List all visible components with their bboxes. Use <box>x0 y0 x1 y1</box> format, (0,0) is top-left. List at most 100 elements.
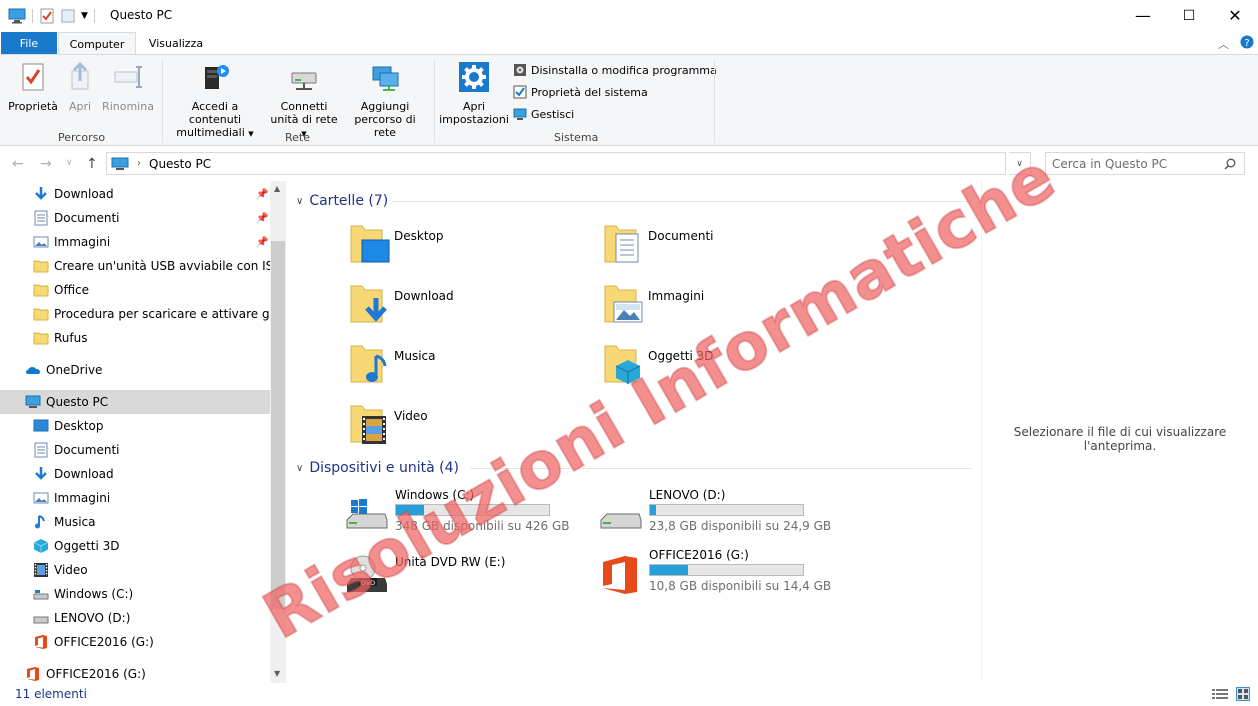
nav-label: Office <box>54 283 90 297</box>
rename-button[interactable]: Rinomina <box>100 61 156 113</box>
nav-item-immagini-pc[interactable]: Immagini <box>0 486 270 510</box>
nav-item-download-pc[interactable]: Download <box>0 462 270 486</box>
nav-item-download[interactable]: Download 📌 <box>0 182 270 206</box>
nav-item-office2016-g-root[interactable]: OFFICE2016 (G:) <box>0 662 270 683</box>
item-count: 11 elementi <box>15 687 87 701</box>
system-properties-button[interactable]: Proprietà del sistema <box>513 85 648 99</box>
manage-button[interactable]: Gestisci <box>513 107 574 121</box>
pin-icon[interactable]: 📌 <box>256 213 268 224</box>
drive-lenovo-d[interactable]: LENOVO (D:) 23,8 GB disponibili su 24,9 … <box>599 488 839 542</box>
media-access-button[interactable]: Accedi a contenuti multimediali ▼ <box>166 61 264 141</box>
forward-arrow-icon[interactable]: → <box>40 156 52 172</box>
close-button[interactable]: ✕ <box>1212 0 1258 31</box>
address-dropdown-icon[interactable]: ∨ <box>1009 152 1031 175</box>
large-icons-view-icon[interactable] <box>1236 687 1250 701</box>
recent-locations-chevron-icon[interactable]: ∨ <box>66 158 73 168</box>
folder-icon <box>33 332 49 345</box>
3d-objects-folder-icon <box>604 345 641 384</box>
new-folder-icon[interactable] <box>61 8 75 24</box>
nav-item-onedrive[interactable]: OneDrive <box>0 358 270 382</box>
open-settings-button[interactable]: Apri impostazioni <box>438 61 510 126</box>
uninstall-label: Disinstalla o modifica programma <box>531 63 717 77</box>
navigation-pane: Download 📌 Documenti 📌 Immagini 📌 Creare… <box>0 181 286 683</box>
devices-section-header[interactable]: ∨ Dispositivi e unità (4) <box>296 460 459 476</box>
devices-header-label: Dispositivi e unità (4) <box>309 460 459 476</box>
nav-item-documenti[interactable]: Documenti 📌 <box>0 206 270 230</box>
nav-item-oggetti-3d[interactable]: Oggetti 3D <box>0 534 270 558</box>
uninstall-program-button[interactable]: Disinstalla o modifica programma <box>513 63 717 77</box>
maximize-button[interactable]: ☐ <box>1166 0 1212 31</box>
folder-name: Oggetti 3D <box>648 349 714 363</box>
folder-download[interactable]: Download <box>348 282 588 336</box>
properties-button[interactable]: Proprietà <box>6 61 60 113</box>
nav-item-office[interactable]: Office <box>0 278 270 302</box>
nav-item-desktop[interactable]: Desktop <box>0 414 270 438</box>
nav-item-lenovo-d[interactable]: LENOVO (D:) <box>0 606 270 630</box>
video-folder-icon <box>350 405 386 444</box>
open-settings-label: Apri <box>462 100 486 113</box>
tab-computer[interactable]: Computer <box>58 32 136 55</box>
folder-musica[interactable]: Musica <box>348 342 588 396</box>
folder-icon <box>33 260 49 273</box>
folder-documenti[interactable]: Documenti <box>602 222 842 276</box>
nav-item-immagini[interactable]: Immagini 📌 <box>0 230 270 254</box>
svg-text:DVD: DVD <box>361 579 375 587</box>
nav-item-office2016-g[interactable]: OFFICE2016 (G:) <box>0 630 270 654</box>
pin-icon[interactable]: 📌 <box>256 237 268 248</box>
collapse-chevron-icon[interactable]: ∨ <box>296 463 303 474</box>
address-bar[interactable]: › Questo PC <box>106 152 1006 175</box>
folder-oggetti-3d[interactable]: Oggetti 3D <box>602 342 842 396</box>
folder-name: Desktop <box>394 229 444 243</box>
folder-immagini[interactable]: Immagini <box>602 282 842 336</box>
open-settings-label-2: impostazioni <box>439 113 509 126</box>
nav-item-questo-pc[interactable]: Questo PC <box>0 390 270 414</box>
details-view-icon[interactable] <box>1212 688 1228 700</box>
back-arrow-icon[interactable]: ← <box>12 156 24 172</box>
nav-item-musica[interactable]: Musica <box>0 510 270 534</box>
pin-icon[interactable]: 📌 <box>256 189 268 200</box>
tab-file[interactable]: File <box>1 32 57 55</box>
drive-icon <box>33 616 49 624</box>
nav-label: OFFICE2016 (G:) <box>54 635 154 649</box>
folder-desktop[interactable]: Desktop <box>348 222 588 276</box>
window-title: Questo PC <box>110 8 173 22</box>
video-icon <box>34 563 48 577</box>
tab-view[interactable]: Visualizza <box>140 32 212 55</box>
documents-icon <box>34 210 48 226</box>
drive-usage-bar <box>649 504 804 516</box>
nav-item-documenti-pc[interactable]: Documenti <box>0 438 270 462</box>
map-network-drive-button[interactable]: Connetti unità di rete ▼ <box>266 61 342 141</box>
drive-office2016-g[interactable]: OFFICE2016 (G:) 10,8 GB disponibili su 1… <box>599 548 839 602</box>
ribbon: Proprietà Apri Rinomina Percorso Accedi … <box>0 54 1258 146</box>
breadcrumb-questo-pc[interactable]: Questo PC <box>149 157 211 171</box>
nav-scrollbar-thumb[interactable] <box>271 241 285 609</box>
search-input[interactable]: Cerca in Questo PC <box>1045 152 1245 175</box>
ribbon-tabs: File Computer Visualizza ︿ ? <box>0 31 1258 55</box>
open-button[interactable]: Apri <box>62 61 98 113</box>
add-network-location-button[interactable]: Aggiungi percorso di rete <box>342 61 428 139</box>
minimize-button[interactable]: — <box>1120 0 1166 31</box>
folders-section-header[interactable]: ∨ Cartelle (7) <box>296 193 388 209</box>
drive-windows-c[interactable]: Windows (C:) 348 GB disponibili su 426 G… <box>345 488 585 542</box>
nav-item-video[interactable]: Video <box>0 558 270 582</box>
office-icon <box>35 635 47 649</box>
nav-item-usb-folder[interactable]: Creare un'unità USB avviabile con ISO to <box>0 254 270 278</box>
collapse-ribbon-icon[interactable]: ︿ <box>1218 36 1229 52</box>
collapse-chevron-icon[interactable]: ∨ <box>296 196 303 207</box>
breadcrumb-chevron-icon[interactable]: › <box>137 158 141 169</box>
scroll-up-icon[interactable]: ▲ <box>274 184 280 193</box>
nav-item-procedura[interactable]: Procedura per scaricare e attivare gratu… <box>0 302 270 326</box>
nav-label: Download <box>54 187 114 201</box>
customize-toolbar-icon[interactable]: ▼ <box>81 11 88 21</box>
quick-access-toolbar: ▼ <box>8 6 101 26</box>
folder-video[interactable]: Video <box>348 402 588 456</box>
music-folder-icon <box>350 345 387 383</box>
drive-usage-fill <box>650 505 657 515</box>
up-arrow-icon[interactable]: ↑ <box>86 156 98 172</box>
properties-check-icon[interactable] <box>39 8 55 24</box>
nav-item-rufus[interactable]: Rufus <box>0 326 270 350</box>
help-icon[interactable]: ? <box>1240 35 1254 52</box>
nav-item-windows-c[interactable]: Windows (C:) <box>0 582 270 606</box>
drive-dvd-e[interactable]: DVD Unità DVD RW (E:) <box>345 548 585 602</box>
scroll-down-icon[interactable]: ▼ <box>274 669 280 678</box>
